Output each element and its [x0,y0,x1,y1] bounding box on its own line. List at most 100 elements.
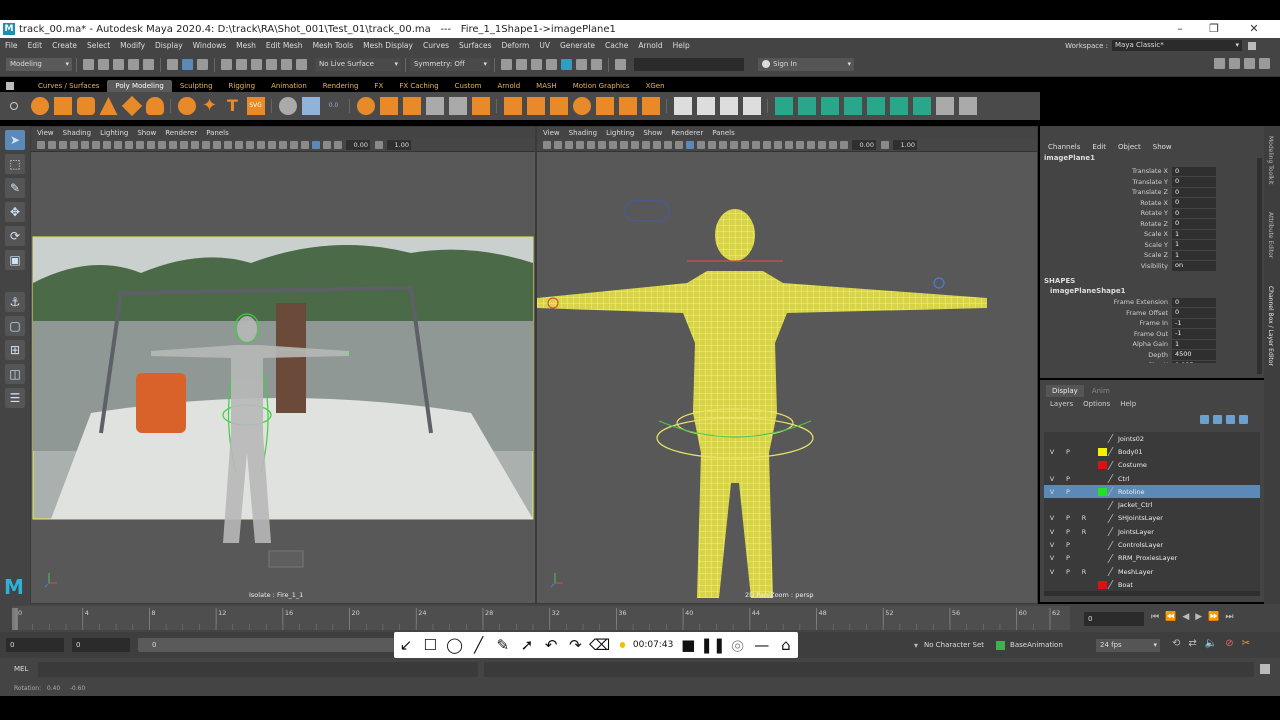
new-scene-icon[interactable] [83,59,94,70]
layer-row[interactable]: V P RRM_ProxiesLayer [1044,552,1260,565]
channel-value-field[interactable]: 1 [1172,339,1216,349]
layer-name[interactable]: Boat [1118,581,1133,589]
vp-left-menu-view[interactable]: View [37,127,54,139]
workspace-dropdown[interactable]: Maya Classic* [1112,40,1242,51]
channel-value-field[interactable]: 0 [1172,219,1216,229]
snap-curve-icon[interactable] [236,59,247,70]
layer-row[interactable]: Boat [1044,578,1260,591]
audio-icon[interactable]: 🔈 [1205,638,1217,649]
layer-hscrollbar[interactable] [1044,591,1260,596]
layer-name[interactable]: Jacket_Ctrl [1118,501,1152,509]
select-object-icon[interactable] [182,59,193,70]
channel-name[interactable]: Frame Offset [1040,309,1172,317]
shelf-settings-icon[interactable] [6,82,14,90]
layer-v-toggle[interactable]: V [1044,541,1060,549]
channel-value-field[interactable]: on [1172,261,1216,271]
vp-right-menu-view[interactable]: View [543,127,560,139]
layer-color-swatch[interactable] [1098,514,1107,522]
pan-zoom-icon[interactable] [311,141,320,149]
xray-icon[interactable] [784,141,793,149]
image-plane-icon[interactable] [575,141,584,149]
pause-render-icon[interactable] [591,59,602,70]
script-editor-icon[interactable] [1260,664,1271,674]
collapse-icon[interactable] [618,97,637,115]
channel-box-icon[interactable] [1259,58,1270,69]
shelf-tab-animation[interactable]: Animation [263,80,315,92]
separate-icon[interactable] [356,97,375,115]
layer-row[interactable]: Costume [1044,459,1260,472]
soft-mod-icon[interactable]: ⚓ [5,292,25,312]
poly-disc-icon[interactable] [177,97,196,115]
channel-name[interactable]: Frame Extension [1040,298,1172,306]
layer-row[interactable]: V P R MeshLayer [1044,565,1260,578]
channel-value-field[interactable]: 0 [1172,297,1216,307]
field-chart-icon[interactable] [124,141,133,149]
layer-row[interactable]: V P R JointsLayer [1044,525,1260,538]
camera-attr-icon[interactable] [553,141,562,149]
channel-name[interactable]: Scale Z [1040,251,1172,259]
uv-layout-icon[interactable] [935,97,954,115]
channel-row[interactable]: Scale Z1 [1040,250,1264,261]
channel-box-menu-channels[interactable]: Channels [1048,143,1080,151]
camera-attr-icon[interactable] [47,141,56,149]
step-back-frame-icon[interactable]: ◀ [1182,612,1189,622]
quick-select-input[interactable] [634,58,744,71]
undo-icon[interactable] [128,59,139,70]
channel-name[interactable]: Scale X [1040,230,1172,238]
layer-r-toggle[interactable]: R [1076,514,1092,522]
go-to-start-icon[interactable]: ⏮ [1151,612,1159,622]
channel-name[interactable]: Size X [1040,361,1172,363]
xray-joints-icon[interactable] [289,141,298,149]
shelf-tab-fx-caching[interactable]: FX Caching [391,80,446,92]
rectangle-tool-icon[interactable]: ☐ [418,636,442,654]
poly-cube-icon[interactable] [53,97,72,115]
safe-action-icon[interactable] [135,141,144,149]
exposure-icon[interactable] [839,141,848,149]
menu-cache[interactable]: Cache [605,41,628,50]
shelf-tab-mash[interactable]: MASH [528,80,565,92]
isolate-select-icon[interactable] [267,141,276,149]
menu-deform[interactable]: Deform [501,41,529,50]
sign-in-dropdown[interactable]: Sign In [758,58,854,71]
channel-row[interactable]: Alpha Gain 1 [1040,339,1264,350]
field-chart-icon[interactable] [630,141,639,149]
render-settings-icon[interactable] [546,59,557,70]
home-icon[interactable]: ⌂ [774,636,798,654]
xray-icon[interactable] [278,141,287,149]
select-component-icon[interactable] [197,59,208,70]
layer-color-swatch[interactable] [1098,580,1107,589]
shadows-icon[interactable] [212,141,221,149]
menu-mesh-display[interactable]: Mesh Display [363,41,413,50]
vp-left-menu-renderer[interactable]: Renderer [165,127,197,139]
time-ruler[interactable]: 0 4 8 12 16 20 24 28 32 36 40 44 48 52 56 60 62 [0,604,1080,632]
character-set-label[interactable]: No Character Set [924,641,984,649]
rotate-tool-icon[interactable]: ⟳ [5,226,25,246]
uv-spherical-icon[interactable] [820,97,839,115]
layer-v-toggle[interactable]: V [1044,488,1060,496]
layer-color-swatch[interactable] [1098,554,1107,562]
layer-v-toggle[interactable]: V [1044,448,1060,456]
layer-p-toggle[interactable]: P [1060,568,1076,576]
channel-value-field[interactable]: 1 [1172,240,1216,250]
ellipse-tool-icon[interactable]: ◯ [442,636,466,654]
menuset-dropdown[interactable]: Modeling [6,58,72,71]
anti-aliasing-icon[interactable] [751,141,760,149]
layer-name[interactable]: SHJointsLayer [1118,514,1163,522]
pause-recording-icon[interactable]: ❚❚ [700,636,725,654]
redo-icon[interactable] [143,59,154,70]
channel-name[interactable]: Frame In [1040,319,1172,327]
bridge-icon[interactable] [549,97,568,115]
menu-mesh[interactable]: Mesh [236,41,256,50]
layer-v-toggle[interactable]: V [1044,568,1060,576]
line-tool-icon[interactable]: ╱ [467,636,491,654]
menu-display[interactable]: Display [155,41,183,50]
layer-v-toggle[interactable]: V [1044,554,1060,562]
layer-row[interactable]: V P R SHJointsLayer [1044,512,1260,525]
menu-create[interactable]: Create [52,41,77,50]
snap-surface-icon[interactable] [281,59,292,70]
channel-name[interactable]: Frame Out [1040,330,1172,338]
film-gate-icon[interactable] [91,141,100,149]
uv-cut-icon[interactable] [866,97,885,115]
isolate-select-icon[interactable] [773,141,782,149]
textured-icon[interactable] [696,141,705,149]
